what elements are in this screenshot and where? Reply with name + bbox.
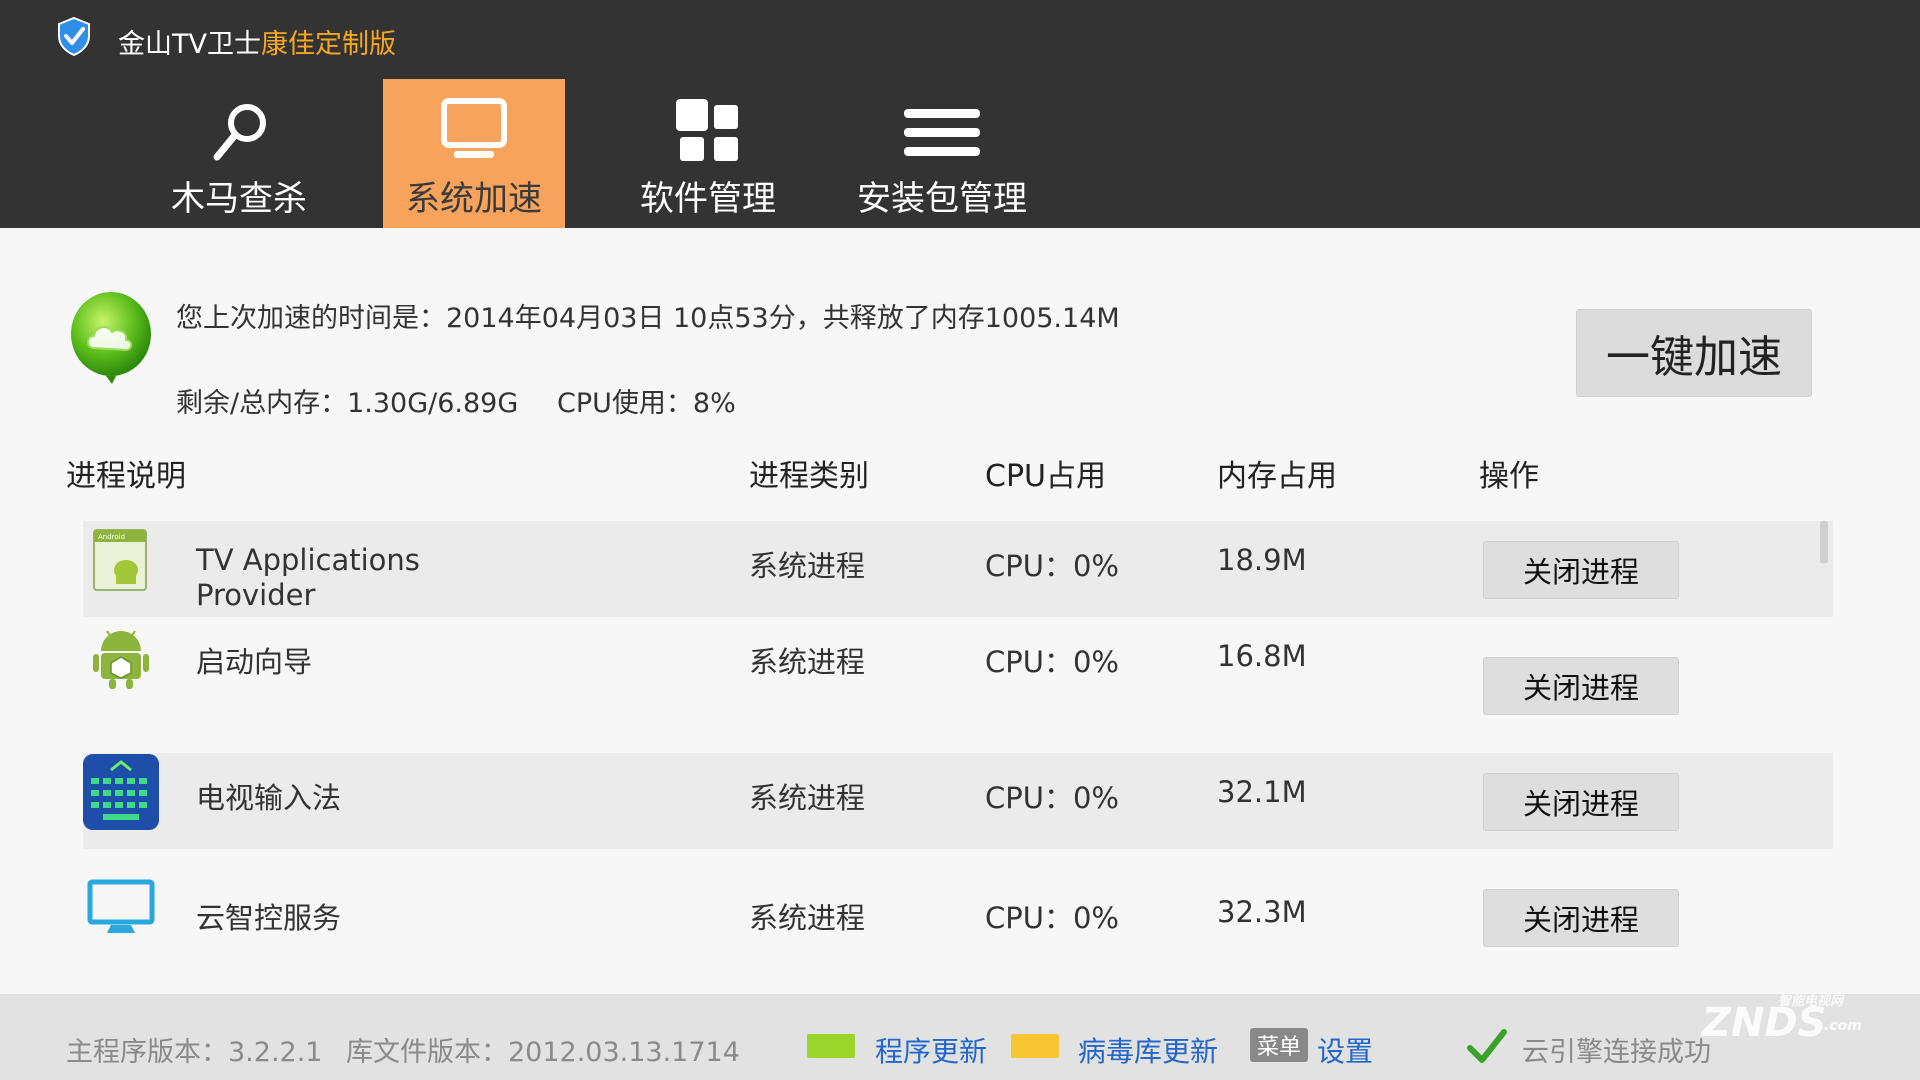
shield-icon	[58, 16, 90, 56]
tab-trojan-scan[interactable]: 木马查杀	[148, 79, 330, 228]
process-type: 系统进程	[749, 901, 866, 935]
column-header-memory: 内存占用	[1217, 459, 1337, 494]
app-title: 金山TV卫士康佳定制版	[118, 22, 396, 61]
process-cpu: CPU：0%	[985, 781, 1119, 815]
check-icon	[1467, 1029, 1507, 1063]
process-name-line2: Provider	[196, 578, 316, 612]
db-version-text: 库文件版本：2012.03.13.1714	[346, 1037, 740, 1068]
keyboard-icon	[83, 754, 159, 830]
android-robot-icon	[93, 630, 149, 689]
tab-label: 软件管理	[640, 179, 776, 219]
memory-text: 剩余/总内存：1.30G/6.89G	[176, 388, 519, 419]
app-title-edition: 康佳定制版	[260, 29, 396, 60]
process-name: 电视输入法	[196, 781, 342, 815]
scrollbar[interactable]	[1820, 521, 1828, 563]
close-process-button[interactable]: 关闭进程	[1483, 773, 1679, 831]
process-name: TV Applications	[196, 543, 420, 577]
process-memory: 18.9M	[1217, 543, 1307, 577]
program-update-swatch	[807, 1034, 855, 1058]
process-type: 系统进程	[749, 781, 866, 815]
tab-system-speedup[interactable]: 系统加速	[383, 79, 565, 228]
virus-update-swatch	[1011, 1034, 1059, 1058]
close-process-button[interactable]: 关闭进程	[1483, 889, 1679, 947]
process-type: 系统进程	[749, 645, 866, 679]
one-click-speedup-button[interactable]: 一键加速	[1576, 309, 1812, 397]
monitor-icon	[87, 879, 155, 933]
table-row[interactable]: 电视输入法 系统进程 CPU：0% 32.1M 关闭进程	[83, 753, 1833, 849]
watermark-text: ZNDS	[1702, 1000, 1827, 1046]
table-row[interactable]: 启动向导 系统进程 CPU：0% 16.8M 关闭进程	[83, 617, 1833, 715]
process-cpu: CPU：0%	[985, 901, 1119, 935]
settings-link[interactable]: 设置	[1317, 1030, 1373, 1070]
menu-key-badge: 菜单	[1250, 1028, 1308, 1062]
cloud-engine-status: 云引擎连接成功	[1522, 1037, 1711, 1068]
process-cpu: CPU：0%	[985, 549, 1119, 583]
main-version-text: 主程序版本：3.2.2.1	[66, 1037, 323, 1068]
watermark-suffix: .com	[1824, 1018, 1862, 1034]
virus-db-update-link[interactable]: 病毒库更新	[1078, 1030, 1218, 1070]
process-name: 启动向导	[196, 645, 313, 679]
column-header-process: 进程说明	[66, 459, 186, 494]
app-title-main: 金山TV卫士	[118, 29, 261, 60]
process-name: 云智控服务	[196, 901, 342, 935]
grid-icon	[676, 99, 738, 161]
balloon-cloud-icon	[71, 292, 151, 384]
process-memory: 16.8M	[1217, 639, 1307, 673]
column-header-action: 操作	[1479, 459, 1539, 494]
tab-software-manage[interactable]: 软件管理	[617, 79, 799, 228]
column-header-cpu: CPU占用	[985, 459, 1106, 494]
monitor-icon	[441, 98, 507, 158]
search-icon	[213, 104, 266, 161]
list-icon	[904, 109, 980, 156]
process-memory: 32.3M	[1217, 895, 1307, 929]
last-speedup-text: 您上次加速的时间是：2014年04月03日 10点53分，共释放了内存1005.…	[176, 303, 1120, 334]
column-header-type: 进程类别	[749, 459, 869, 494]
tab-label: 系统加速	[406, 179, 542, 219]
svg-text:Android: Android	[98, 533, 125, 541]
process-cpu: CPU：0%	[985, 645, 1119, 679]
program-update-link[interactable]: 程序更新	[875, 1030, 987, 1070]
tab-package-manage[interactable]: 安装包管理	[851, 79, 1033, 228]
android-app-icon: Android	[93, 529, 147, 591]
tab-label: 安装包管理	[857, 179, 1027, 219]
process-type: 系统进程	[749, 549, 866, 583]
close-process-button[interactable]: 关闭进程	[1483, 657, 1679, 715]
process-memory: 32.1M	[1217, 775, 1307, 809]
cpu-usage-text: CPU使用：8%	[557, 388, 736, 419]
close-process-button[interactable]: 关闭进程	[1483, 541, 1679, 599]
tab-label: 木马查杀	[171, 179, 307, 219]
watermark-logo: 智能电视网 ZNDS .com	[1700, 990, 1880, 1050]
table-row[interactable]: Android TV Applications Provider 系统进程 CP…	[83, 521, 1833, 617]
table-row[interactable]: 云智控服务 系统进程 CPU：0% 32.3M 关闭进程	[83, 849, 1833, 947]
